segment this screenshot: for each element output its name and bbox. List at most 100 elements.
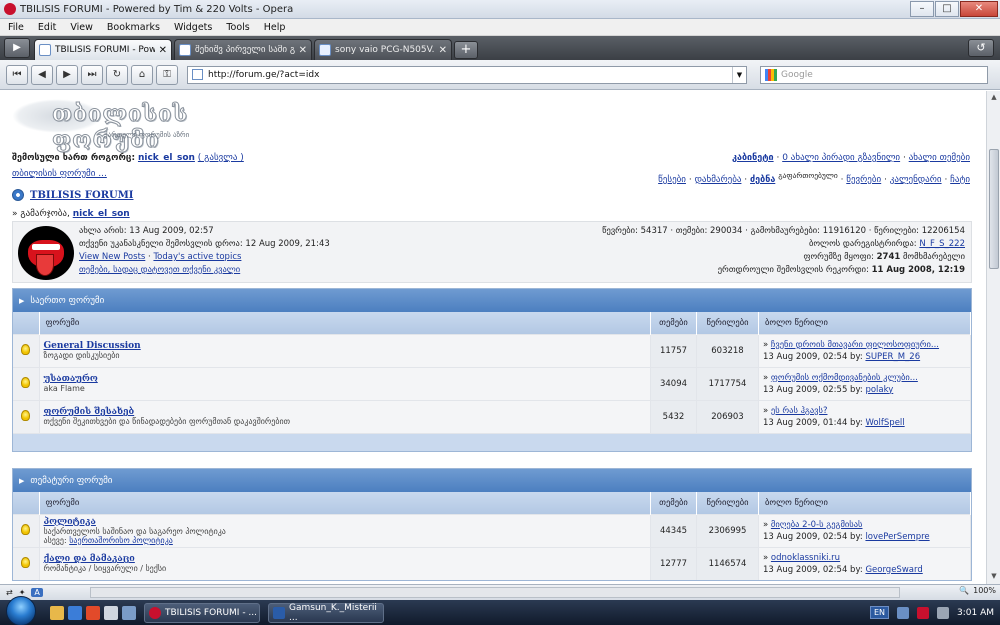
members-link[interactable]: წევრები xyxy=(846,175,881,185)
ie-icon[interactable] xyxy=(68,605,82,620)
close-window-button[interactable]: ✕ xyxy=(960,1,998,17)
forum-cell: პოლიტიკა საქართველოს საშინაო და საგარეო … xyxy=(39,513,651,547)
reload-button[interactable]: ↻ xyxy=(106,64,128,85)
subforum-link[interactable]: საერთაშორისო პოლიტიკა xyxy=(69,536,173,545)
newest-member-link[interactable]: N_F_S_222 xyxy=(919,239,965,249)
desktop-icon[interactable] xyxy=(104,605,118,620)
view-new-posts-link[interactable]: View New Posts xyxy=(79,252,145,262)
welcome-username-link[interactable]: nick_el_son xyxy=(73,209,130,219)
tab-sony-vaio[interactable]: sony vaio PCG-N505V... ✕ xyxy=(314,39,452,60)
forward-button[interactable]: ▶ xyxy=(56,64,78,85)
search-field[interactable]: Google xyxy=(760,65,988,84)
last-post-link[interactable]: ჩვენი დროის მთავარი ფილოსოფიური... xyxy=(771,340,939,350)
cabinet-link[interactable]: კაბინეტი xyxy=(732,153,774,163)
private-messages-link[interactable]: 0 ახალი პირადი გზავნილი xyxy=(782,153,900,163)
username-link[interactable]: nick_el_son xyxy=(138,153,195,163)
chevron-down-icon[interactable]: ▼ xyxy=(732,66,746,83)
last-post-link[interactable]: odnoklassniki.ru xyxy=(771,553,840,563)
address-field[interactable]: http://forum.ge/?act=idx ▼ xyxy=(187,65,747,84)
panel-toggle-button[interactable]: ▶ xyxy=(4,38,30,58)
lightbulb-icon xyxy=(21,556,31,568)
avatar[interactable] xyxy=(18,226,74,280)
my-topics-link[interactable]: თემები, სადაც დატოვეთ თქვენი კვალი xyxy=(79,265,240,275)
last-post-link[interactable]: მიღება 2-0-ს გეგმისას xyxy=(771,520,863,530)
opera-tray-icon[interactable] xyxy=(917,606,929,619)
last-post-link[interactable]: ეს რას ჰგავს? xyxy=(771,406,828,416)
window-title-bar: TBILISIS FORUMI - Powered by Tim & 220 V… xyxy=(0,0,1000,19)
network-icon[interactable] xyxy=(897,606,909,619)
home-button[interactable]: ⌂ xyxy=(131,64,153,85)
minimize-button[interactable]: – xyxy=(910,1,934,17)
menu-view[interactable]: View xyxy=(70,22,93,33)
view-icon[interactable]: A xyxy=(31,588,43,597)
folder-icon[interactable] xyxy=(50,605,64,620)
close-tab-icon[interactable]: ✕ xyxy=(299,45,307,56)
tab-tbilisis-forumi[interactable]: TBILISIS FORUMI - Pow... ✕ xyxy=(34,39,172,60)
last-poster-link[interactable]: lovePerSempre xyxy=(865,532,929,542)
forum-link[interactable]: ფორუმის შესახებ xyxy=(44,407,651,417)
start-button[interactable] xyxy=(6,595,36,625)
lightbulb-icon xyxy=(21,343,31,355)
scroll-up-icon[interactable]: ▲ xyxy=(989,93,999,103)
icon-cell xyxy=(13,399,40,433)
new-topics-link[interactable]: ახალი თემები xyxy=(909,153,970,163)
last-poster-link[interactable]: polaky xyxy=(865,385,893,395)
last-poster-link[interactable]: WolfSpell xyxy=(865,418,904,428)
scroll-down-icon[interactable]: ▼ xyxy=(989,572,999,582)
posts-column-header: წერილები xyxy=(696,492,759,514)
transfer-icon[interactable]: ⇄ xyxy=(6,588,13,597)
close-tab-icon[interactable]: ✕ xyxy=(439,45,447,56)
forum-logo[interactable]: თბილისის ფორუმი ქართული ფორუმის აზრი xyxy=(12,99,217,154)
app-icon[interactable] xyxy=(122,605,136,620)
site-favicon-icon xyxy=(192,69,203,80)
forum-home-link[interactable]: TBILISIS FORUMI xyxy=(30,190,133,201)
taskbar-item-opera[interactable]: TBILISIS FORUMI - ... xyxy=(144,602,260,623)
search-link[interactable]: ძებნა xyxy=(750,175,775,185)
menu-bookmarks[interactable]: Bookmarks xyxy=(107,22,160,33)
active-topics-link[interactable]: Today's active topics xyxy=(153,252,241,262)
menu-tools[interactable]: Tools xyxy=(226,22,249,33)
last-poster-link[interactable]: GeorgeSward xyxy=(865,565,922,575)
category-header[interactable]: ▶ თემატური ფორუმი xyxy=(13,469,971,492)
security-icon[interactable]: ⚿ xyxy=(156,64,178,85)
fast-forward-button[interactable]: ⏭ xyxy=(81,64,103,85)
posts-column-header: წერილები xyxy=(696,312,759,334)
forum-link[interactable]: General Discussion xyxy=(44,341,651,351)
teeth-shape xyxy=(32,244,60,250)
forum-link[interactable]: პოლიტიკა xyxy=(44,517,651,527)
clock[interactable]: 3:01 AM xyxy=(957,608,994,618)
last-poster-link[interactable]: SUPER_M_26 xyxy=(865,352,920,362)
media-icon[interactable] xyxy=(86,605,100,620)
language-indicator[interactable]: EN xyxy=(869,606,889,619)
horizontal-scrollbar[interactable] xyxy=(90,587,900,598)
last-post-link[interactable]: ფორუმის ოქმომდივანების კლუბი... xyxy=(771,373,918,383)
logout-link[interactable]: ( გასვლა ) xyxy=(198,153,244,163)
vertical-scrollbar[interactable]: ▲ ▼ xyxy=(986,91,1000,584)
rules-link[interactable]: წესები xyxy=(658,175,686,185)
menu-file[interactable]: File xyxy=(8,22,24,33)
volume-icon[interactable] xyxy=(937,606,949,619)
closed-tabs-trash-button[interactable]: ↺ xyxy=(968,39,994,57)
advanced-search-label[interactable]: გაფართოებული xyxy=(778,171,838,180)
help-link[interactable]: დახმარება xyxy=(695,175,742,185)
menu-edit[interactable]: Edit xyxy=(38,22,56,33)
zoom-control[interactable]: 🔍 100% xyxy=(959,586,996,595)
menu-help[interactable]: Help xyxy=(264,22,286,33)
forum-link[interactable]: უსათაურო xyxy=(44,374,651,384)
taskbar-item-document[interactable]: Gamsun_K._Misterii ... xyxy=(268,602,384,623)
calendar-link[interactable]: კალენდარი xyxy=(890,175,942,185)
close-tab-icon[interactable]: ✕ xyxy=(159,45,167,56)
forum-link[interactable]: ქალი და მამაკაცი xyxy=(44,554,651,564)
chat-link[interactable]: ჩატი xyxy=(950,175,970,185)
maximize-button[interactable]: □ xyxy=(935,1,959,17)
new-tab-button[interactable]: + xyxy=(454,41,478,59)
last-post-column-header: ბოლო წერილი xyxy=(758,312,971,334)
old-forums-link[interactable]: თბილისის ფორუმი ... xyxy=(12,169,107,179)
google-favicon-icon xyxy=(319,44,331,56)
tab-second[interactable]: შენიშვ პირველი სამი გ... ✕ xyxy=(174,39,312,60)
back-button[interactable]: ◀ xyxy=(31,64,53,85)
scrollbar-thumb[interactable] xyxy=(989,149,999,269)
rewind-button[interactable]: ⏮ xyxy=(6,64,28,85)
category-header[interactable]: ▶ საერთო ფორუმი xyxy=(13,289,971,312)
menu-widgets[interactable]: Widgets xyxy=(174,22,212,33)
